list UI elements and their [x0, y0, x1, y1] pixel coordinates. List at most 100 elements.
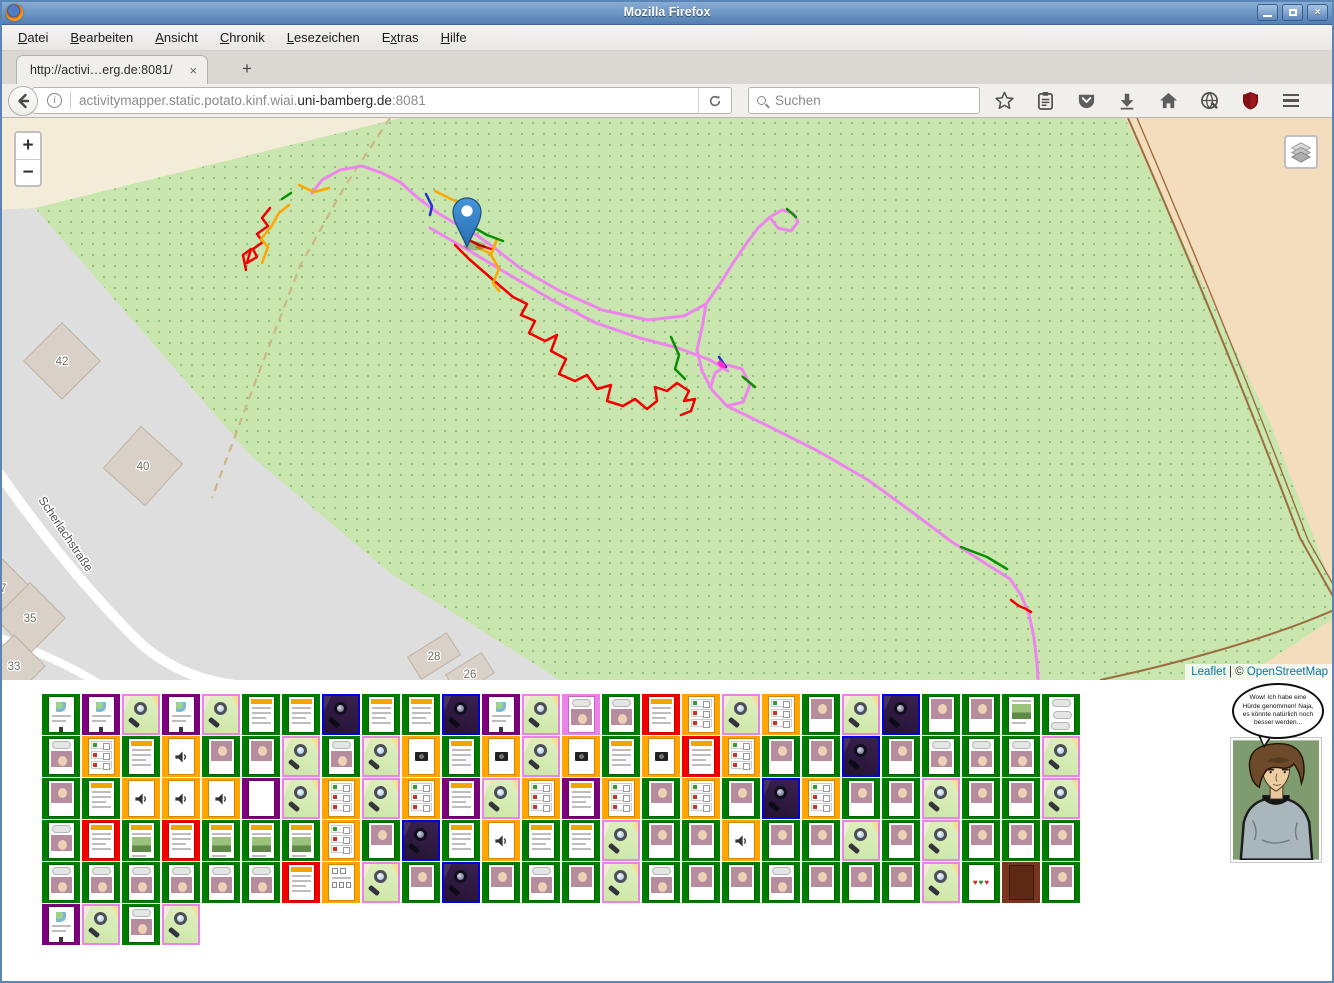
activity-tile-bubble[interactable]: [242, 862, 280, 903]
menu-extras[interactable]: Extras: [372, 27, 429, 48]
activity-tile-person[interactable]: [802, 736, 840, 777]
tab-active[interactable]: http://activi…erg.de:8081/ ×: [16, 55, 208, 84]
tab-close-icon[interactable]: ×: [187, 63, 199, 78]
activity-tile-map[interactable]: [202, 694, 240, 735]
activity-tile-person[interactable]: [1042, 862, 1080, 903]
back-button[interactable]: [8, 86, 38, 116]
activity-tile-list[interactable]: [682, 694, 720, 735]
activity-tile-dark[interactable]: [1002, 862, 1040, 903]
new-tab-button[interactable]: +: [232, 57, 262, 81]
activity-tile-person[interactable]: [362, 820, 400, 861]
reading-list-icon[interactable]: [1035, 91, 1055, 111]
activity-tile-doc[interactable]: [82, 778, 120, 819]
activity-tile-doc[interactable]: [602, 736, 640, 777]
activity-tile-docphoto[interactable]: [122, 820, 160, 861]
activity-tile-docphoto[interactable]: [242, 820, 280, 861]
activity-tile-person[interactable]: [922, 694, 960, 735]
activity-tile-speaker[interactable]: [482, 820, 520, 861]
activity-tile-person[interactable]: [722, 862, 760, 903]
activity-tile-mapdark[interactable]: [882, 694, 920, 735]
activity-tile-bubble[interactable]: [602, 694, 640, 735]
activity-tile-list[interactable]: [802, 778, 840, 819]
activity-tile-speaker[interactable]: [122, 778, 160, 819]
activity-tile-doc[interactable]: [122, 736, 160, 777]
menu-lesezeichen[interactable]: Lesezeichen: [277, 27, 370, 48]
activity-tile-bubble[interactable]: [122, 862, 160, 903]
ublock-shield-icon[interactable]: [1240, 91, 1260, 111]
activity-tile-map[interactable]: [722, 694, 760, 735]
activity-tile-map[interactable]: [282, 778, 320, 819]
zoom-in-button[interactable]: +: [16, 133, 40, 159]
activity-tile-person[interactable]: [762, 820, 800, 861]
activity-tile-bubble[interactable]: [122, 904, 160, 945]
activity-tile-docphoto[interactable]: [282, 820, 320, 861]
activity-tile-bubble[interactable]: [762, 862, 800, 903]
activity-tile-logo[interactable]: [42, 694, 80, 735]
activity-tile-mapdark[interactable]: [442, 694, 480, 735]
activity-tile-doc[interactable]: [562, 778, 600, 819]
search-box[interactable]: [748, 87, 980, 114]
activity-tile-comic[interactable]: [1042, 694, 1080, 735]
activity-tile-map[interactable]: [362, 862, 400, 903]
activity-tile-logo[interactable]: [162, 694, 200, 735]
activity-tile-cam[interactable]: [482, 736, 520, 777]
home-icon[interactable]: [1158, 91, 1178, 111]
downloads-icon[interactable]: [1117, 91, 1137, 111]
title-bar[interactable]: Mozilla Firefox ×: [0, 0, 1334, 25]
activity-tile-speaker[interactable]: [162, 736, 200, 777]
activity-tile-map[interactable]: [482, 778, 520, 819]
activity-tile-person[interactable]: [642, 778, 680, 819]
layers-control[interactable]: [1284, 135, 1318, 169]
menu-datei[interactable]: Datei: [8, 27, 58, 48]
activity-tile-person[interactable]: [1002, 820, 1040, 861]
activity-tile-person[interactable]: [42, 778, 80, 819]
activity-tile-person[interactable]: [1042, 820, 1080, 861]
activity-tile-photo[interactable]: [1002, 694, 1040, 735]
activity-tile-bubble[interactable]: [42, 736, 80, 777]
activity-tile-person[interactable]: [762, 736, 800, 777]
activity-tile-map[interactable]: [602, 820, 640, 861]
activity-tile-person[interactable]: [962, 694, 1000, 735]
maximize-button[interactable]: [1282, 4, 1303, 21]
activity-tile-doc[interactable]: [82, 820, 120, 861]
activity-tile-person[interactable]: [802, 694, 840, 735]
activity-tile-hearts[interactable]: ♥♥♥: [962, 862, 1000, 903]
activity-tile-person[interactable]: [882, 862, 920, 903]
activity-tile-doc[interactable]: [282, 862, 320, 903]
activity-tile-doc[interactable]: [242, 694, 280, 735]
bookmark-star-icon[interactable]: [994, 91, 1014, 111]
activity-tile-bubble[interactable]: [962, 736, 1000, 777]
activity-tile-map[interactable]: [122, 694, 160, 735]
activity-tile-logo[interactable]: [82, 694, 120, 735]
activity-tile-person[interactable]: [682, 820, 720, 861]
osm-link[interactable]: OpenStreetMap: [1247, 666, 1328, 678]
activity-tile-map[interactable]: [922, 862, 960, 903]
activity-tile-bubble[interactable]: [642, 862, 680, 903]
activity-tile-speaker[interactable]: [722, 820, 760, 861]
activity-tile-list[interactable]: [322, 778, 360, 819]
leaflet-map[interactable]: 42403735332826 Scherlachstraße + −: [0, 118, 1334, 680]
activity-tile-speaker[interactable]: [202, 778, 240, 819]
zoom-out-button[interactable]: −: [16, 159, 40, 185]
activity-tile-mapdark[interactable]: [442, 862, 480, 903]
activity-tile-person[interactable]: [962, 778, 1000, 819]
activity-tile-list[interactable]: [682, 778, 720, 819]
activity-tile-person[interactable]: [842, 778, 880, 819]
activity-tile-person[interactable]: [682, 862, 720, 903]
minimize-button[interactable]: [1257, 4, 1278, 21]
activity-tile-blank[interactable]: [242, 778, 280, 819]
activity-tile-logo[interactable]: [482, 694, 520, 735]
activity-tile-cam[interactable]: [402, 736, 440, 777]
activity-tile-list[interactable]: [522, 778, 560, 819]
activity-tile-person[interactable]: [202, 736, 240, 777]
activity-tile-map[interactable]: [842, 694, 880, 735]
activity-tile-map[interactable]: [282, 736, 320, 777]
activity-tile-bubble[interactable]: [322, 736, 360, 777]
activity-tile-person[interactable]: [1002, 778, 1040, 819]
activity-tile-doc[interactable]: [362, 694, 400, 735]
activity-tile-map[interactable]: [82, 904, 120, 945]
activity-tile-person[interactable]: [482, 862, 520, 903]
activity-tile-form[interactable]: [322, 862, 360, 903]
leaflet-link[interactable]: Leaflet: [1191, 666, 1226, 678]
activity-tile-cam[interactable]: [642, 736, 680, 777]
